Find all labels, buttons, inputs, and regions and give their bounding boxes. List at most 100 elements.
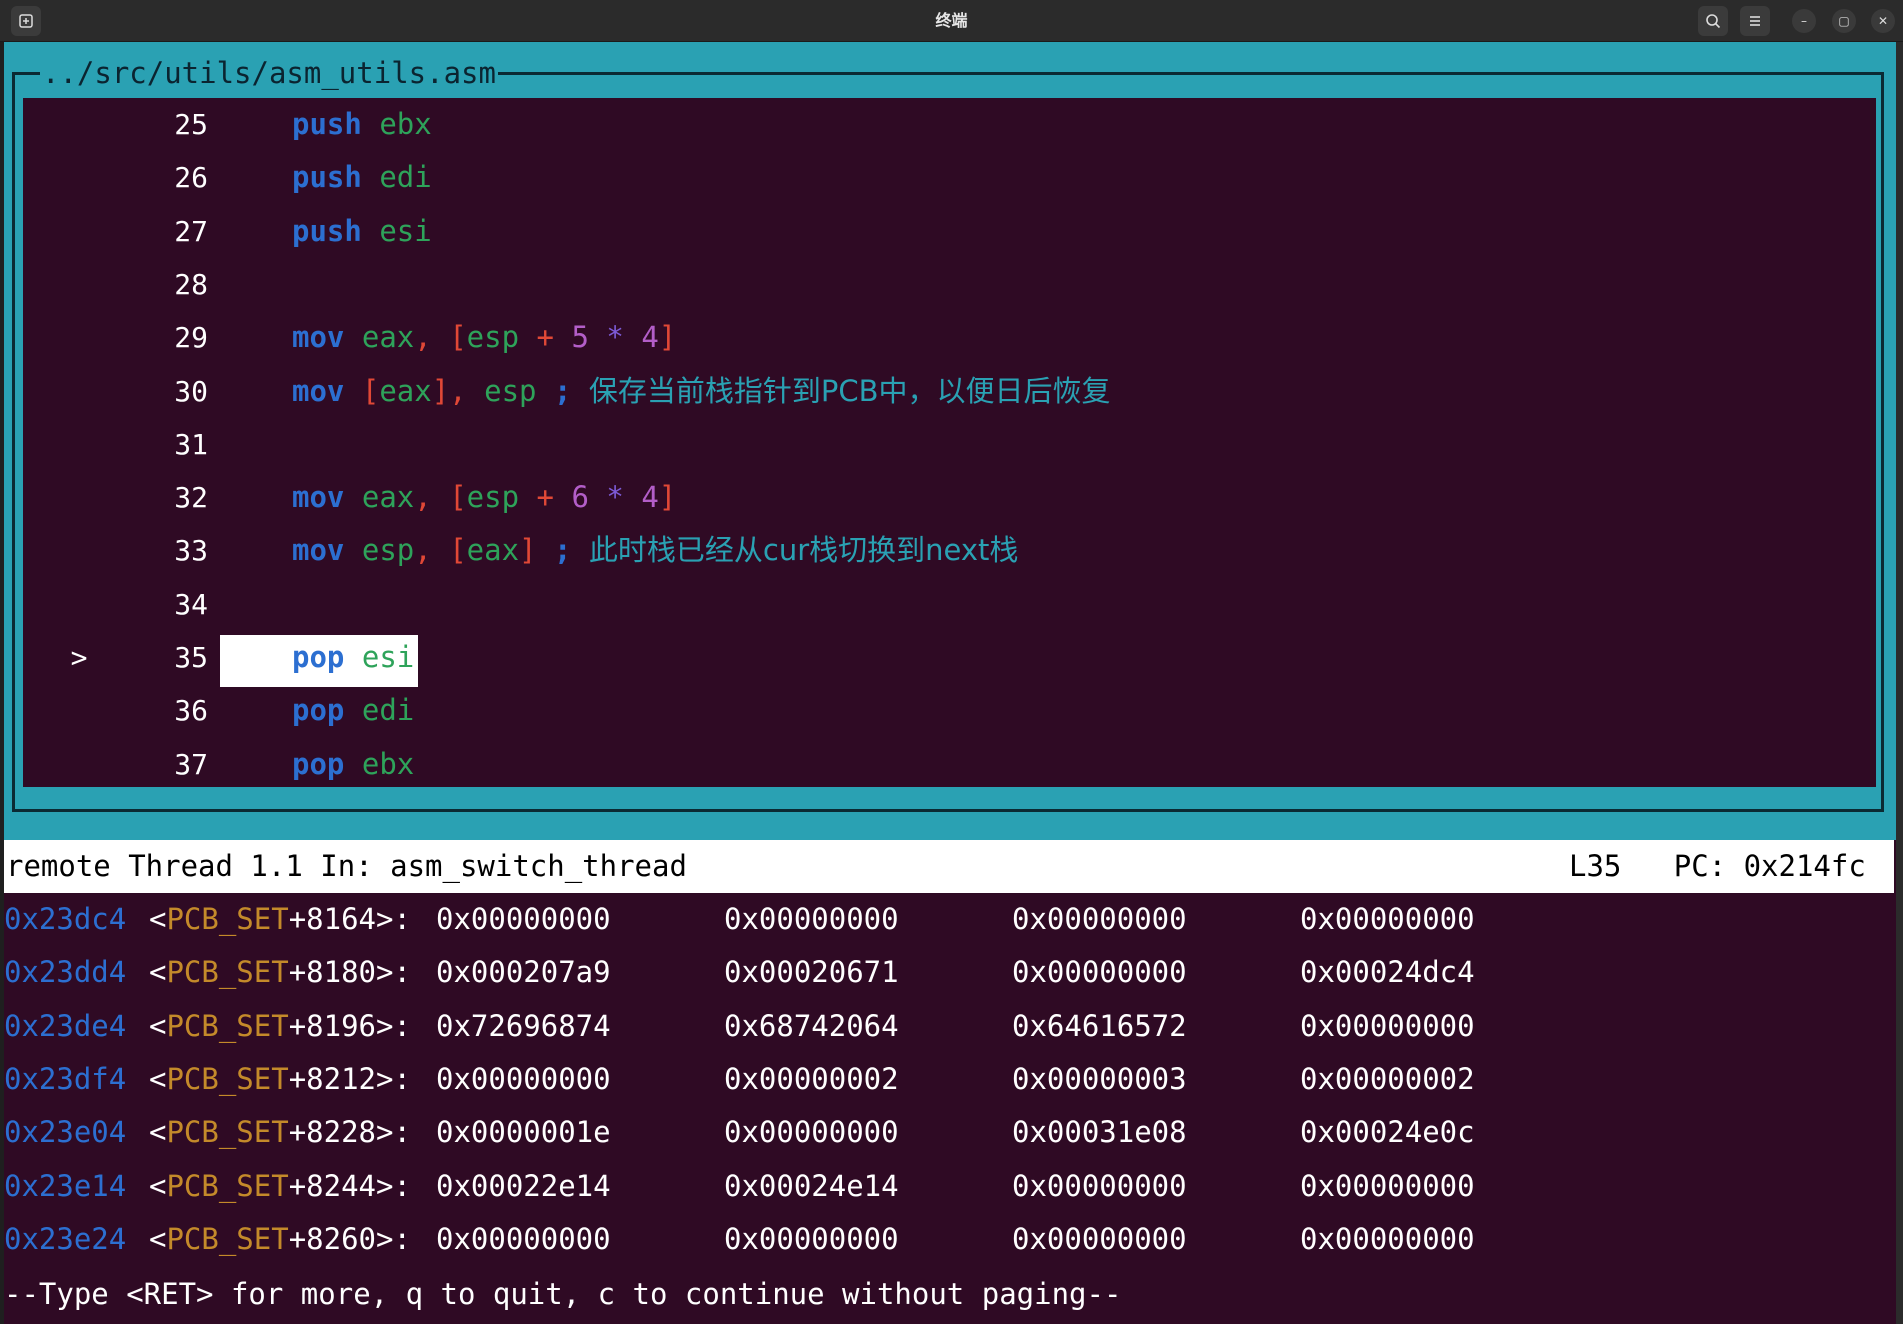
code-token: eax	[361, 320, 415, 354]
source-line[interactable]: 33 mov esp, [eax] ; 此时栈已经从cur栈切换到next栈	[23, 524, 1876, 577]
code-token: *	[606, 320, 624, 354]
code-text: mov eax, [esp + 5 * 4]	[292, 311, 676, 364]
memory-word: 0x64616572	[1012, 1009, 1187, 1043]
code-token: edi	[379, 160, 432, 194]
code-token: ]	[658, 480, 677, 514]
source-line[interactable]: 25 push ebx	[23, 98, 1876, 151]
source-file-title: ../src/utils/asm_utils.asm	[40, 56, 498, 90]
source-line[interactable]: 34	[23, 578, 1876, 631]
code-token: esi	[379, 214, 432, 248]
memory-word: 0x00022e14	[436, 1169, 611, 1203]
code-token: ]	[658, 320, 677, 354]
code-text: pop ebx	[292, 738, 414, 791]
code-token: [	[449, 320, 467, 354]
memory-symbol: <PCB_SET+8228>:	[149, 1115, 411, 1149]
memory-word: 0x0000001e	[436, 1115, 611, 1149]
code-token: mov	[292, 320, 345, 354]
memory-word: 0x00000003	[1012, 1062, 1187, 1096]
source-line[interactable]: 36 pop edi	[23, 684, 1876, 737]
search-icon[interactable]	[1698, 6, 1728, 36]
symbol-name: PCB_SET	[166, 1062, 289, 1096]
memory-word: 0x00000000	[1012, 955, 1187, 989]
source-line[interactable]: 27 push esi	[23, 205, 1876, 258]
code-text: push ebx	[292, 98, 432, 151]
code-token: esp	[361, 533, 415, 567]
code-token: ;	[553, 533, 572, 567]
memory-address: 0x23de4	[4, 1009, 127, 1043]
code-text: mov esp, [eax] ; 此时栈已经从cur栈切换到next栈	[292, 524, 1018, 577]
window-right-edge	[1896, 42, 1903, 1324]
source-line[interactable]: 26 push edi	[23, 151, 1876, 204]
symbol-name: PCB_SET	[166, 1009, 289, 1043]
code-token: edi	[361, 693, 415, 727]
memory-word: 0x000207a9	[436, 955, 611, 989]
source-line[interactable]: 31	[23, 418, 1876, 471]
symbol-name: PCB_SET	[166, 1222, 289, 1256]
search-icon-glyph	[1706, 14, 1721, 29]
memory-word: 0x00000000	[724, 1115, 899, 1149]
window-titlebar: 终端 – ▢ ✕	[0, 0, 1903, 42]
pager-prompt: --Type <RET> for more, q to quit, c to c…	[4, 1277, 1122, 1311]
hamburger-menu-icon[interactable]	[1740, 6, 1770, 36]
minimize-button[interactable]: –	[1792, 9, 1816, 33]
code-text: mov [eax], esp ; 保存当前栈指针到PCB中，以便日后恢复	[292, 365, 1111, 418]
memory-symbol: <PCB_SET+8212>:	[149, 1062, 411, 1096]
code-text: pop edi	[292, 684, 414, 737]
source-line[interactable]: 30 mov [eax], esp ; 保存当前栈指针到PCB中，以便日后恢复	[23, 365, 1876, 418]
source-line[interactable]: 37 pop ebx	[23, 738, 1876, 791]
line-number: 30	[174, 375, 208, 408]
source-line[interactable]: 29 mov eax, [esp + 5 * 4]	[23, 311, 1876, 364]
line-number: 31	[174, 428, 208, 461]
memory-address: 0x23dd4	[4, 955, 127, 989]
code-token: ]	[519, 533, 537, 567]
code-token: +	[536, 480, 554, 514]
memory-word: 0x00000000	[436, 902, 611, 936]
symbol-name: PCB_SET	[166, 1115, 289, 1149]
maximize-button[interactable]: ▢	[1832, 9, 1856, 33]
memory-word: 0x00031e08	[1012, 1115, 1187, 1149]
memory-word: 0x00024e0c	[1300, 1115, 1475, 1149]
memory-symbol: <PCB_SET+8260>:	[149, 1222, 411, 1256]
memory-symbol: <PCB_SET+8180>:	[149, 955, 411, 989]
code-token: esp	[466, 480, 520, 514]
memory-address: 0x23e14	[4, 1169, 127, 1203]
close-button[interactable]: ✕	[1871, 9, 1895, 33]
memory-word: 0x00000000	[1012, 1222, 1187, 1256]
code-text: mov eax, [esp + 6 * 4]	[292, 471, 676, 524]
memory-row: 0x23e14 <PCB_SET+8244>: 0x00022e14 0x00024e…	[4, 1160, 1894, 1213]
code-token: mov	[292, 533, 345, 567]
source-line[interactable]: 32 mov eax, [esp + 6 * 4]	[23, 471, 1876, 524]
hamburger-menu-icon-glyph	[1750, 16, 1760, 26]
memory-word: 0x00000000	[1012, 1169, 1187, 1203]
code-token: esp	[466, 320, 520, 354]
memory-word: 0x00000000	[436, 1062, 611, 1096]
memory-symbol: <PCB_SET+8244>:	[149, 1169, 411, 1203]
code-token: 6	[571, 480, 589, 514]
source-line[interactable]: 28	[23, 258, 1876, 311]
code-token: ebx	[361, 747, 415, 781]
memory-word: 0x00024dc4	[1300, 955, 1475, 989]
line-number: 35	[174, 641, 208, 674]
memory-word: 0x00000000	[724, 902, 899, 936]
memory-row: 0x23e04 <PCB_SET+8228>: 0x0000001e 0x000000…	[4, 1106, 1894, 1159]
symbol-offset: +8180	[288, 955, 376, 989]
symbol-name: PCB_SET	[166, 902, 289, 936]
symbol-offset: +8260	[288, 1222, 376, 1256]
line-number: 26	[174, 161, 208, 194]
source-code-panel[interactable]: 25 push ebx 26 push edi 27 push esi 28 29 mov ea…	[23, 98, 1876, 787]
source-line[interactable]: >35 pop esi	[23, 631, 1876, 687]
